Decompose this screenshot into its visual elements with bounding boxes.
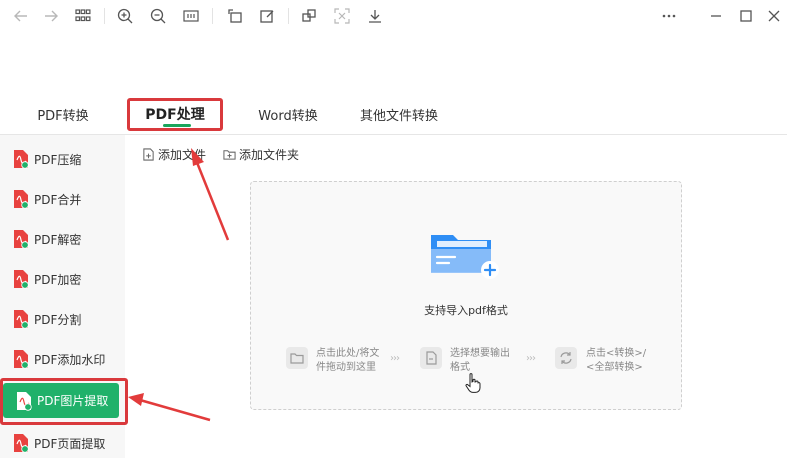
pdf-file-icon [14, 310, 29, 329]
add-file-icon [143, 147, 154, 161]
rotate-icon[interactable] [226, 7, 244, 25]
sidebar-item-pdf-merge[interactable]: PDF合并 [0, 179, 125, 219]
pdf-file-icon [14, 350, 29, 369]
sidebar-item-label: PDF页面提取 [34, 436, 106, 451]
annotation-arrowhead [128, 393, 144, 406]
hand-cursor-icon [465, 373, 481, 393]
add-folder-icon [223, 149, 236, 160]
back-icon[interactable] [12, 7, 30, 25]
sidebar-item-pdf-decrypt[interactable]: PDF解密 [0, 219, 125, 259]
folder-add-icon [431, 235, 499, 279]
pdf-file-icon [14, 270, 29, 289]
app-window: PDF转换 PDF处理 Word转换 其他文件转换 PDF压缩 PDF合并 PD… [0, 0, 787, 458]
toolbar-divider [288, 8, 289, 24]
sidebar-item-label: PDF加密 [34, 272, 82, 287]
minimize-icon[interactable] [707, 7, 725, 25]
main-tabs: PDF转换 PDF处理 Word转换 其他文件转换 [0, 96, 787, 134]
step-two-line1: 选择想要输出 [450, 348, 510, 359]
sidebar-item-pdf-page-extract[interactable]: PDF页面提取 [0, 423, 125, 458]
convert-icon [555, 347, 577, 369]
crop-icon[interactable] [300, 7, 318, 25]
pdf-file-icon [14, 230, 29, 249]
sidebar-item-label: PDF解密 [34, 232, 82, 247]
sidebar-item-label: PDF压缩 [34, 152, 82, 167]
add-file-button[interactable]: 添加文件 [142, 145, 206, 163]
edit-icon[interactable] [258, 7, 276, 25]
fit-page-icon[interactable] [182, 7, 200, 25]
more-icon[interactable] [660, 7, 678, 25]
tab-word-convert[interactable]: Word转换 [248, 96, 328, 132]
zoom-out-icon[interactable] [149, 7, 167, 25]
folder-open-icon [286, 347, 308, 369]
zoom-in-icon[interactable] [116, 7, 134, 25]
sidebar-item-pdf-split[interactable]: PDF分割 [0, 299, 125, 339]
grid-icon[interactable] [74, 7, 92, 25]
format-select-icon [420, 347, 442, 369]
step-one-line2: 件拖动到这里 [316, 362, 376, 373]
close-icon[interactable] [765, 7, 783, 25]
toolbar-divider [212, 8, 213, 24]
step-one-line1: 点击此处/将文 [316, 348, 380, 359]
step-arrow: ››› [526, 353, 536, 364]
sidebar-item-label: PDF添加水印 [34, 352, 106, 367]
sidebar-item-pdf-encrypt[interactable]: PDF加密 [0, 259, 125, 299]
add-file-label: 添加文件 [158, 147, 207, 162]
add-folder-label: 添加文件夹 [239, 147, 300, 162]
annotation-arrow-add-file [194, 159, 230, 241]
forward-icon[interactable] [42, 7, 60, 25]
pdf-file-icon [14, 150, 29, 169]
step-three-line1: 点击<转换>/ [586, 348, 647, 359]
step-arrow: ››› [390, 353, 400, 364]
download-icon[interactable] [366, 7, 384, 25]
sidebar-item-pdf-watermark[interactable]: PDF添加水印 [0, 339, 125, 379]
add-folder-button[interactable]: 添加文件夹 [223, 145, 299, 163]
annotation-arrow-image-extract [139, 398, 211, 422]
step-two-text: 选择想要输出 格式 [450, 347, 510, 375]
step-one-text: 点击此处/将文 件拖动到这里 [316, 347, 379, 375]
drop-zone-title: 支持导入pdf格式 [424, 304, 508, 317]
pdf-file-icon [14, 190, 29, 209]
step-three-text: 点击<转换>/ <全部转换> [586, 347, 646, 375]
toolbar-divider [104, 8, 105, 24]
pdf-file-icon [14, 434, 29, 453]
maximize-icon[interactable] [737, 7, 755, 25]
sidebar-item-label: PDF分割 [34, 312, 82, 327]
sidebar-item-pdf-compress[interactable]: PDF压缩 [0, 139, 125, 179]
tab-highlight-box [127, 98, 223, 131]
sidebar-highlight-box [0, 378, 128, 425]
screenshot-icon[interactable] [333, 7, 351, 25]
tab-pdf-convert[interactable]: PDF转换 [28, 96, 98, 132]
tab-other-convert[interactable]: 其他文件转换 [352, 96, 446, 132]
step-three-line2: <全部转换> [586, 362, 643, 373]
toolbar [0, 0, 787, 33]
sidebar-item-label: PDF合并 [34, 192, 82, 207]
